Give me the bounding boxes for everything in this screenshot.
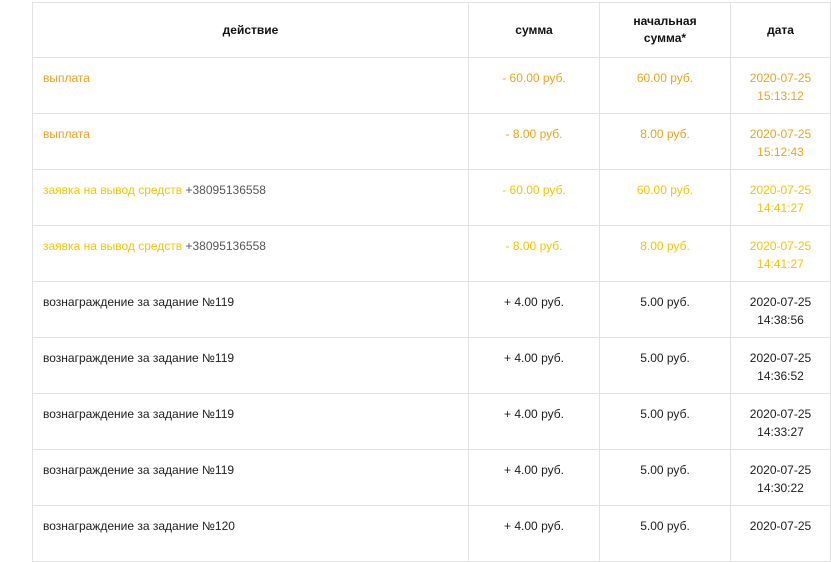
action-label: вознаграждение за задание №119 bbox=[43, 351, 234, 365]
cell-start-sum: 8.00 руб. bbox=[600, 114, 731, 170]
action-label: вознаграждение за задание №119 bbox=[43, 407, 234, 421]
cell-start-sum: 8.00 руб. bbox=[600, 226, 731, 282]
cell-start-sum: 5.00 руб. bbox=[600, 394, 731, 450]
cell-action: выплата bbox=[33, 114, 469, 170]
cell-date: 2020-07-25 14:33:27 bbox=[731, 394, 831, 450]
date-value: 2020-07-25 bbox=[731, 461, 830, 479]
transaction-history: действие сумма начальная сумма* дата вып… bbox=[32, 2, 831, 562]
cell-action: вознаграждение за задание №119 bbox=[33, 282, 469, 338]
cell-action: вознаграждение за задание №119 bbox=[33, 338, 469, 394]
action-label: вознаграждение за задание №119 bbox=[43, 463, 234, 477]
table-row: вознаграждение за задание №119 + 4.00 ру… bbox=[33, 450, 831, 506]
cell-sum: - 60.00 руб. bbox=[469, 58, 600, 114]
date-value: 2020-07-25 bbox=[731, 125, 830, 143]
time-value: 15:13:12 bbox=[731, 87, 830, 105]
cell-date: 2020-07-25 14:36:52 bbox=[731, 338, 831, 394]
header-sum: сумма bbox=[469, 3, 600, 58]
cell-date: 2020-07-25 bbox=[731, 506, 831, 562]
cell-date: 2020-07-25 14:41:27 bbox=[731, 226, 831, 282]
time-value: 14:30:22 bbox=[731, 479, 830, 497]
date-value: 2020-07-25 bbox=[731, 237, 830, 255]
action-label: заявка на вывод средств bbox=[43, 239, 182, 253]
action-label: вознаграждение за задание №119 bbox=[43, 295, 234, 309]
cell-action: выплата bbox=[33, 58, 469, 114]
cell-start-sum: 5.00 руб. bbox=[600, 450, 731, 506]
time-value: 14:41:27 bbox=[731, 255, 830, 273]
table-row: заявка на вывод средств +38095136558 - 6… bbox=[33, 170, 831, 226]
cell-date: 2020-07-25 15:13:12 bbox=[731, 58, 831, 114]
date-value: 2020-07-25 bbox=[731, 405, 830, 423]
table-row: вознаграждение за задание №120 + 4.00 ру… bbox=[33, 506, 831, 562]
cell-date: 2020-07-25 14:30:22 bbox=[731, 450, 831, 506]
cell-action: вознаграждение за задание №120 bbox=[33, 506, 469, 562]
cell-sum: - 8.00 руб. bbox=[469, 114, 600, 170]
table-row: вознаграждение за задание №119 + 4.00 ру… bbox=[33, 338, 831, 394]
table-header-row: действие сумма начальная сумма* дата bbox=[33, 3, 831, 58]
time-value: 14:38:56 bbox=[731, 311, 830, 329]
cell-action: заявка на вывод средств +38095136558 bbox=[33, 170, 469, 226]
table-row: заявка на вывод средств +38095136558 - 8… bbox=[33, 226, 831, 282]
cell-action: заявка на вывод средств +38095136558 bbox=[33, 226, 469, 282]
cell-sum: + 4.00 руб. bbox=[469, 506, 600, 562]
cell-sum: - 8.00 руб. bbox=[469, 226, 600, 282]
table-row: выплата - 60.00 руб. 60.00 руб. 2020-07-… bbox=[33, 58, 831, 114]
cell-start-sum: 60.00 руб. bbox=[600, 170, 731, 226]
table-row: выплата - 8.00 руб. 8.00 руб. 2020-07-25… bbox=[33, 114, 831, 170]
time-value: 14:36:52 bbox=[731, 367, 830, 385]
header-start-line1: начальная bbox=[633, 14, 696, 28]
cell-sum: + 4.00 руб. bbox=[469, 394, 600, 450]
action-label: выплата bbox=[43, 71, 90, 85]
date-value: 2020-07-25 bbox=[731, 293, 830, 311]
cell-start-sum: 60.00 руб. bbox=[600, 58, 731, 114]
header-action: действие bbox=[33, 3, 469, 58]
cell-start-sum: 5.00 руб. bbox=[600, 506, 731, 562]
cell-action: вознаграждение за задание №119 bbox=[33, 394, 469, 450]
time-value: 14:41:27 bbox=[731, 199, 830, 217]
cell-sum: - 60.00 руб. bbox=[469, 170, 600, 226]
time-value: 15:12:43 bbox=[731, 143, 830, 161]
cell-date: 2020-07-25 14:38:56 bbox=[731, 282, 831, 338]
cell-sum: + 4.00 руб. bbox=[469, 338, 600, 394]
cell-date: 2020-07-25 15:12:43 bbox=[731, 114, 831, 170]
header-date: дата bbox=[731, 3, 831, 58]
phone-number: +38095136558 bbox=[186, 183, 266, 197]
cell-sum: + 4.00 руб. bbox=[469, 450, 600, 506]
table-row: вознаграждение за задание №119 + 4.00 ру… bbox=[33, 282, 831, 338]
action-label: выплата bbox=[43, 127, 90, 141]
cell-start-sum: 5.00 руб. bbox=[600, 282, 731, 338]
header-start-sum: начальная сумма* bbox=[600, 3, 731, 58]
date-value: 2020-07-25 bbox=[731, 69, 830, 87]
phone-number: +38095136558 bbox=[186, 239, 266, 253]
date-value: 2020-07-25 bbox=[731, 181, 830, 199]
date-value: 2020-07-25 bbox=[731, 517, 830, 535]
history-table: действие сумма начальная сумма* дата вып… bbox=[32, 2, 831, 562]
cell-sum: + 4.00 руб. bbox=[469, 282, 600, 338]
cell-action: вознаграждение за задание №119 bbox=[33, 450, 469, 506]
cell-date: 2020-07-25 14:41:27 bbox=[731, 170, 831, 226]
table-row: вознаграждение за задание №119 + 4.00 ру… bbox=[33, 394, 831, 450]
header-start-line2: сумма* bbox=[644, 31, 686, 45]
cell-start-sum: 5.00 руб. bbox=[600, 338, 731, 394]
action-label: заявка на вывод средств bbox=[43, 183, 182, 197]
time-value: 14:33:27 bbox=[731, 423, 830, 441]
action-label: вознаграждение за задание №120 bbox=[43, 519, 235, 533]
date-value: 2020-07-25 bbox=[731, 349, 830, 367]
